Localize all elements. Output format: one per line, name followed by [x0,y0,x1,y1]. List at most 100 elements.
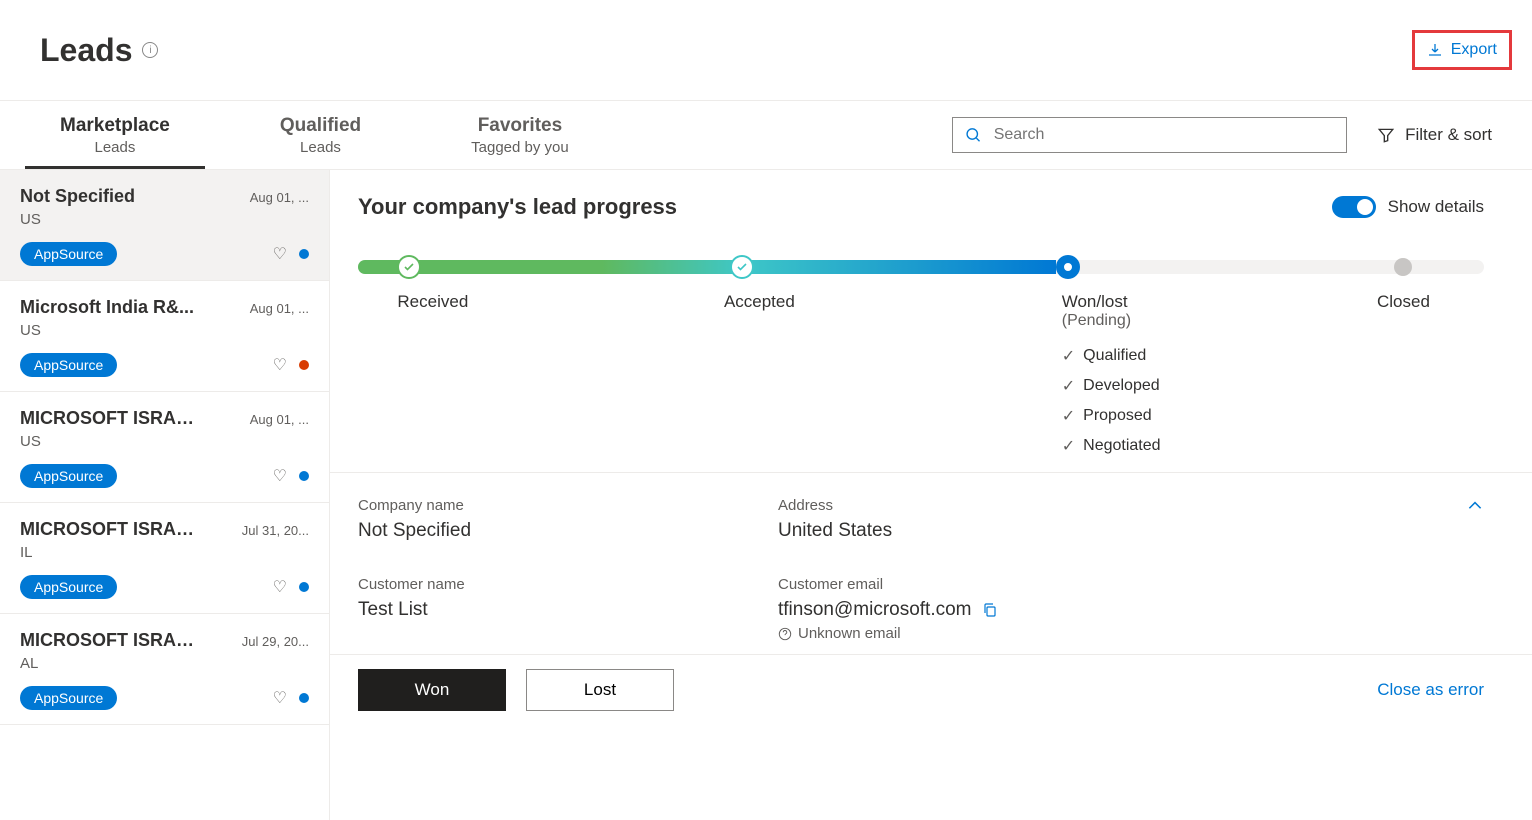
customer-label: Customer name [358,576,778,593]
title-wrap: Leads i [40,32,158,69]
list-item[interactable]: MICROSOFT ISRAE... Aug 01, ... US AppSou… [0,392,329,503]
question-icon [778,627,792,641]
step-label-received: Received [397,292,724,456]
step-label-closed: Closed [1377,292,1430,456]
heart-icon[interactable]: ♡ [273,577,287,597]
list-item-name: Microsoft India R&... [20,297,194,318]
won-button[interactable]: Won [358,669,506,711]
list-item-date: Jul 29, 20... [242,634,309,649]
status-dot [299,249,309,259]
list-item-location: US [20,211,309,228]
substatus-row: ✓Developed [1062,376,1377,396]
unknown-email-text: Unknown email [798,625,901,642]
status-dot [299,360,309,370]
list-item[interactable]: MICROSOFT ISRAE... Jul 31, 20... IL AppS… [0,503,329,614]
list-item[interactable]: MICROSOFT ISRAE... Jul 29, 20... AL AppS… [0,614,329,725]
search-input[interactable] [994,126,1334,144]
list-item-location: IL [20,544,309,561]
export-button[interactable]: Export [1412,30,1512,70]
tab-title: Qualified [280,115,361,137]
export-label: Export [1451,41,1497,59]
page-header: Leads i Export [0,0,1532,100]
list-item[interactable]: Microsoft India R&... Aug 01, ... US App… [0,281,329,392]
list-item-name: Not Specified [20,186,135,207]
lead-list[interactable]: Not Specified Aug 01, ... US AppSource ♡… [0,170,330,820]
detail-pane: Your company's lead progress Show detail… [330,170,1532,820]
body: Not Specified Aug 01, ... US AppSource ♡… [0,170,1532,820]
tab-marketplace[interactable]: Marketplace Leads [25,101,205,169]
search-box[interactable] [952,117,1347,153]
field-company: Company name Not Specified [358,497,778,542]
status-dot [299,471,309,481]
email-value: tfinson@microsoft.com [778,599,972,621]
heart-icon[interactable]: ♡ [273,355,287,375]
list-item-location: US [20,433,309,450]
chevron-up-icon[interactable] [1466,497,1484,515]
step-col-wonlost: Won/lost (Pending) ✓Qualified✓Developed✓… [1062,292,1377,456]
list-item[interactable]: Not Specified Aug 01, ... US AppSource ♡ [0,170,329,281]
info-icon[interactable]: i [142,42,158,58]
tab-qualified[interactable]: Qualified Leads [245,101,396,169]
substatus-checks: ✓ Qualified ✓Developed ✓ Proposed ✓ Negotiated [1062,346,1377,456]
list-item-name: MICROSOFT ISRAE... [20,519,200,540]
substatus-label: Proposed [1083,407,1152,425]
show-details-toggle[interactable] [1332,196,1376,218]
detail-top: Your company's lead progress Show detail… [330,170,1532,466]
close-as-error-link[interactable]: Close as error [1377,680,1484,700]
field-customer: Customer name Test List [358,576,778,642]
address-value: United States [778,520,1444,542]
step-dot-closed [1394,258,1412,276]
email-value-wrap: tfinson@microsoft.com [778,599,1444,621]
collapse-cell [1444,497,1484,542]
download-icon [1427,42,1443,58]
list-item-date: Aug 01, ... [250,190,309,205]
check-icon: ✓ [1062,406,1075,426]
step-dot-accepted [730,255,754,279]
check-icon: ✓ [1062,346,1075,366]
step-labels: Received Accepted Won/lost (Pending) ✓Qu… [358,292,1484,456]
substatus-label: Qualified [1083,347,1146,365]
heart-icon[interactable]: ♡ [273,466,287,486]
tab-title: Favorites [471,115,569,137]
list-item-date: Jul 31, 20... [242,523,309,538]
list-item-name: MICROSOFT ISRAE... [20,630,200,651]
step-dot-wonlost [1056,255,1080,279]
lost-button[interactable]: Lost [526,669,674,711]
search-icon [965,126,982,144]
tab-subtitle: Leads [280,139,361,156]
filter-icon [1377,126,1395,144]
field-email: Customer email tfinson@microsoft.com Unk… [778,576,1444,642]
substatus-label: Negotiated [1083,437,1160,455]
source-pill: AppSource [20,353,117,377]
step-label-wonlost: Won/lost [1062,292,1377,312]
status-dot [299,693,309,703]
heart-icon[interactable]: ♡ [273,688,287,708]
show-details-label: Show details [1388,197,1484,217]
source-pill: AppSource [20,575,117,599]
show-details-toggle-wrap: Show details [1332,196,1484,218]
list-item-name: MICROSOFT ISRAE... [20,408,200,429]
source-pill: AppSource [20,242,117,266]
heart-icon[interactable]: ♡ [273,244,287,264]
tabs: Marketplace Leads Qualified Leads Favori… [25,101,604,169]
tab-row: Marketplace Leads Qualified Leads Favori… [0,100,1532,170]
copy-icon[interactable] [982,602,998,618]
action-bar: Won Lost Close as error [330,654,1532,725]
list-item-location: US [20,322,309,339]
tab-favorites[interactable]: Favorites Tagged by you [436,101,604,169]
substatus-row: ✓ Proposed [1062,406,1377,426]
filter-sort-button[interactable]: Filter & sort [1377,125,1492,145]
progress-title: Your company's lead progress [358,194,677,220]
list-item-date: Aug 01, ... [250,412,309,427]
check-icon: ✓ [1062,436,1075,456]
progress-fill [358,260,1056,274]
email-label: Customer email [778,576,1444,593]
detail-fields: Company name Not Specified Address Unite… [330,473,1532,654]
list-item-location: AL [20,655,309,672]
step-label-accepted: Accepted [724,292,1062,456]
field-address: Address United States [778,497,1444,542]
customer-value: Test List [358,599,778,621]
step-dot-received [397,255,421,279]
page-title: Leads [40,32,132,69]
tab-subtitle: Leads [60,139,170,156]
